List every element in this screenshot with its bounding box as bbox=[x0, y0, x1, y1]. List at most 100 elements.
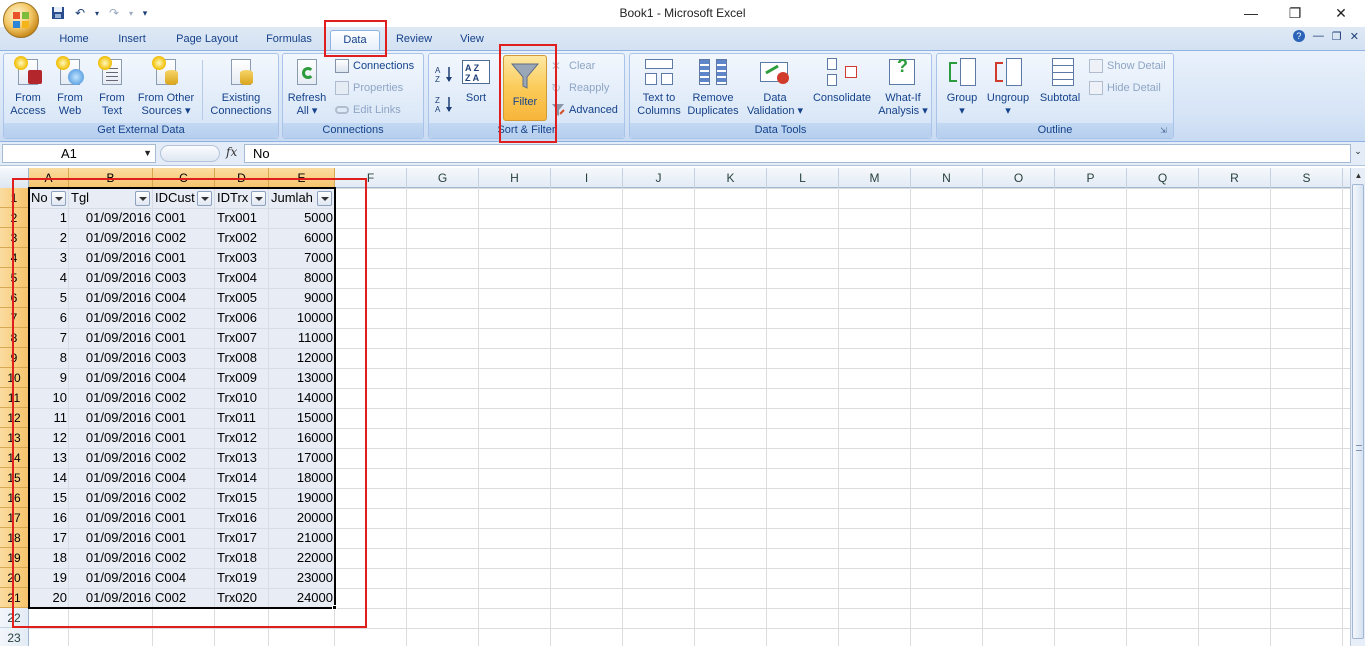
table-cell[interactable]: C002 bbox=[153, 488, 215, 508]
table-cell[interactable]: C002 bbox=[153, 448, 215, 468]
table-cell[interactable]: C001 bbox=[153, 528, 215, 548]
table-cell[interactable]: 7 bbox=[29, 328, 69, 348]
sort-ascending-button[interactable]: AZ bbox=[435, 64, 455, 84]
row-header-17[interactable]: 17 bbox=[0, 508, 29, 528]
row-header-22[interactable]: 22 bbox=[0, 608, 29, 628]
column-header-q[interactable]: Q bbox=[1127, 168, 1199, 188]
table-cell[interactable]: 16000 bbox=[269, 428, 335, 448]
table-cell[interactable]: 10 bbox=[29, 388, 69, 408]
table-cell[interactable]: Trx008 bbox=[215, 348, 269, 368]
row-header-18[interactable]: 18 bbox=[0, 528, 29, 548]
row-header-16[interactable]: 16 bbox=[0, 488, 29, 508]
table-cell[interactable]: 17000 bbox=[269, 448, 335, 468]
table-cell[interactable]: C004 bbox=[153, 368, 215, 388]
data-validation-button[interactable]: Data Validation ▾ bbox=[744, 56, 806, 122]
table-cell[interactable]: 3 bbox=[29, 248, 69, 268]
table-cell[interactable]: Trx007 bbox=[215, 328, 269, 348]
consolidate-button[interactable]: Consolidate bbox=[808, 56, 876, 122]
table-cell[interactable]: 01/09/2016 bbox=[69, 308, 153, 328]
table-cell[interactable]: 01/09/2016 bbox=[69, 248, 153, 268]
table-cell[interactable]: 01/09/2016 bbox=[69, 228, 153, 248]
select-all-button[interactable] bbox=[0, 168, 29, 188]
column-header-n[interactable]: N bbox=[911, 168, 983, 188]
table-cell[interactable]: 22000 bbox=[269, 548, 335, 568]
sort-button[interactable]: A Z Z A Sort bbox=[457, 56, 495, 122]
from-web-button[interactable]: From Web bbox=[50, 56, 90, 122]
row-header-14[interactable]: 14 bbox=[0, 448, 29, 468]
table-cell[interactable]: 01/09/2016 bbox=[69, 428, 153, 448]
table-cell[interactable]: 13000 bbox=[269, 368, 335, 388]
column-header-m[interactable]: M bbox=[839, 168, 911, 188]
table-cell[interactable]: C001 bbox=[153, 208, 215, 228]
table-cell[interactable]: Trx014 bbox=[215, 468, 269, 488]
filter-dropdown-icon[interactable] bbox=[251, 191, 266, 206]
column-header-g[interactable]: G bbox=[407, 168, 479, 188]
table-cell[interactable]: 8 bbox=[29, 348, 69, 368]
office-button[interactable] bbox=[3, 2, 39, 38]
row-header-6[interactable]: 6 bbox=[0, 288, 29, 308]
table-cell[interactable]: Trx001 bbox=[215, 208, 269, 228]
table-cell[interactable]: C001 bbox=[153, 248, 215, 268]
table-cell[interactable]: 12 bbox=[29, 428, 69, 448]
table-cell[interactable]: 01/09/2016 bbox=[69, 528, 153, 548]
column-header-c[interactable]: C bbox=[153, 168, 215, 188]
group-button[interactable]: Group ▾ bbox=[939, 56, 985, 122]
table-cell[interactable]: Trx015 bbox=[215, 488, 269, 508]
scroll-up-icon[interactable]: ▲ bbox=[1352, 168, 1365, 184]
table-cell[interactable]: 9000 bbox=[269, 288, 335, 308]
column-header-e[interactable]: E bbox=[269, 168, 335, 188]
row-header-19[interactable]: 19 bbox=[0, 548, 29, 568]
table-cell[interactable]: Trx002 bbox=[215, 228, 269, 248]
table-cell[interactable]: C002 bbox=[153, 388, 215, 408]
column-header-a[interactable]: A bbox=[29, 168, 69, 188]
table-cell[interactable]: 15000 bbox=[269, 408, 335, 428]
ribbon-minimize-icon[interactable]: — bbox=[1313, 30, 1324, 43]
filter-dropdown-icon[interactable] bbox=[317, 191, 332, 206]
table-cell[interactable]: 11 bbox=[29, 408, 69, 428]
ribbon-close-icon[interactable]: ✕ bbox=[1350, 30, 1359, 43]
table-cell[interactable]: C004 bbox=[153, 468, 215, 488]
table-cell[interactable]: C004 bbox=[153, 568, 215, 588]
table-cell[interactable]: Trx011 bbox=[215, 408, 269, 428]
subtotal-button[interactable]: Subtotal bbox=[1035, 56, 1085, 122]
row-header-8[interactable]: 8 bbox=[0, 328, 29, 348]
table-cell[interactable]: Trx003 bbox=[215, 248, 269, 268]
table-cell[interactable]: 14 bbox=[29, 468, 69, 488]
table-cell[interactable]: 5000 bbox=[269, 208, 335, 228]
row-header-2[interactable]: 2 bbox=[0, 208, 29, 228]
row-header-21[interactable]: 21 bbox=[0, 588, 29, 608]
table-cell[interactable]: 20 bbox=[29, 588, 69, 608]
table-cell[interactable]: Trx009 bbox=[215, 368, 269, 388]
table-cell[interactable]: 01/09/2016 bbox=[69, 568, 153, 588]
table-cell[interactable]: Trx018 bbox=[215, 548, 269, 568]
show-detail-button[interactable]: Show Detail bbox=[1087, 56, 1166, 76]
table-cell[interactable]: 2 bbox=[29, 228, 69, 248]
tab-review[interactable]: Review bbox=[390, 30, 438, 50]
column-header-o[interactable]: O bbox=[983, 168, 1055, 188]
sort-descending-button[interactable]: ZA bbox=[435, 94, 455, 114]
formula-input[interactable]: No bbox=[244, 144, 1351, 163]
table-cell[interactable]: 01/09/2016 bbox=[69, 328, 153, 348]
table-cell[interactable]: 24000 bbox=[269, 588, 335, 608]
table-cell[interactable]: 15 bbox=[29, 488, 69, 508]
filter-dropdown-icon[interactable] bbox=[135, 191, 150, 206]
row-header-10[interactable]: 10 bbox=[0, 368, 29, 388]
table-cell[interactable]: Trx020 bbox=[215, 588, 269, 608]
table-cell[interactable]: 01/09/2016 bbox=[69, 448, 153, 468]
tab-page-layout[interactable]: Page Layout bbox=[168, 30, 246, 50]
table-cell[interactable]: 01/09/2016 bbox=[69, 368, 153, 388]
table-cell[interactable]: 9 bbox=[29, 368, 69, 388]
table-cell[interactable]: 12000 bbox=[269, 348, 335, 368]
table-cell[interactable]: 7000 bbox=[269, 248, 335, 268]
row-header-7[interactable]: 7 bbox=[0, 308, 29, 328]
table-cell[interactable]: 1 bbox=[29, 208, 69, 228]
row-header-12[interactable]: 12 bbox=[0, 408, 29, 428]
table-cell[interactable]: 11000 bbox=[269, 328, 335, 348]
connections-button[interactable]: Connections bbox=[333, 56, 414, 76]
table-cell[interactable]: Trx012 bbox=[215, 428, 269, 448]
table-cell[interactable]: 18 bbox=[29, 548, 69, 568]
table-cell[interactable]: 01/09/2016 bbox=[69, 508, 153, 528]
ungroup-button[interactable]: Ungroup ▾ bbox=[983, 56, 1033, 122]
row-header-15[interactable]: 15 bbox=[0, 468, 29, 488]
insert-function-button[interactable]: fx bbox=[226, 145, 237, 159]
